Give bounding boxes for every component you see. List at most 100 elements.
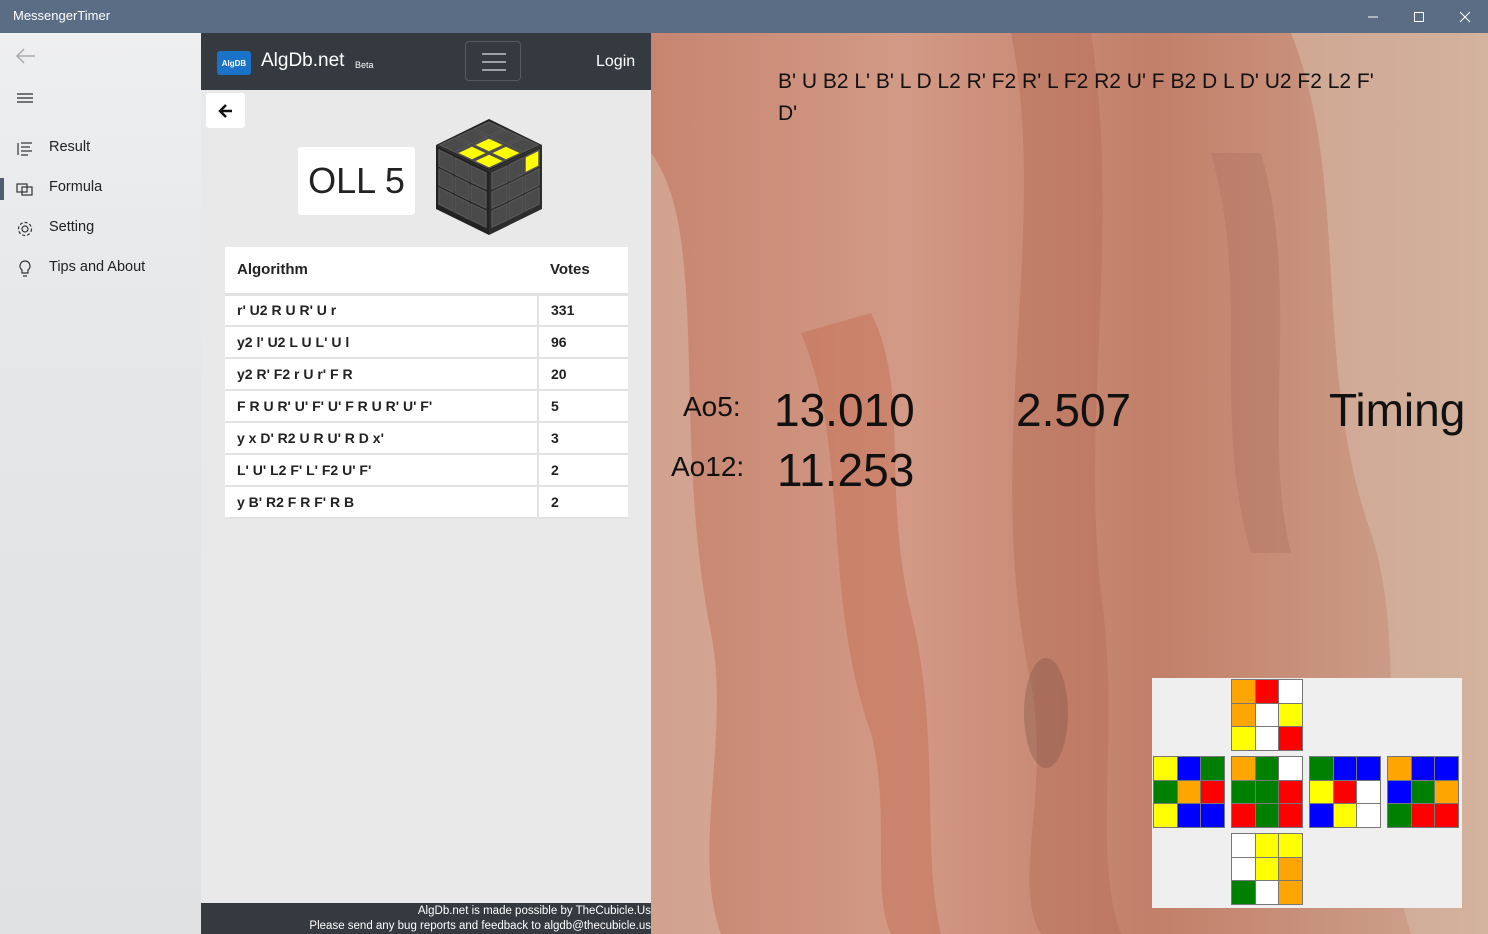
cube-sticker <box>1232 757 1255 780</box>
minimize-button[interactable] <box>1350 0 1396 33</box>
cube-sticker <box>1279 881 1302 904</box>
minimize-icon <box>1368 16 1378 17</box>
column-header-votes[interactable]: Votes <box>538 247 628 296</box>
hamburger-menu-button[interactable] <box>16 91 36 107</box>
cube-sticker <box>1255 857 1279 881</box>
algorithm-cell[interactable]: L' U' L2 F' L' F2 U' F' <box>225 454 539 487</box>
cube-sticker <box>1232 680 1255 703</box>
algorithm-cell[interactable]: y B' R2 F R F' R B <box>225 486 539 519</box>
cube-face-left <box>1153 756 1225 828</box>
cube-face-up <box>1231 679 1303 751</box>
cube-sticker <box>1411 757 1435 780</box>
cube-sticker <box>1177 757 1201 780</box>
sidebar: Result Formula Setting Tips and About <box>0 33 201 934</box>
cube-sticker <box>1435 804 1458 827</box>
navbar-toggle-button[interactable] <box>465 41 521 81</box>
timer-panel[interactable]: B' U B2 L' B' L D L2 R' F2 R' L F2 R2 U'… <box>651 33 1488 934</box>
algorithm-cell[interactable]: y2 R' F2 r U r' F R <box>225 358 539 391</box>
oll-cube-icon <box>436 119 542 235</box>
cube-sticker <box>1154 757 1177 780</box>
cube-sticker <box>1388 780 1411 804</box>
cube-sticker <box>1232 703 1255 727</box>
sidebar-item-setting[interactable]: Setting <box>0 210 201 248</box>
cube-sticker <box>1357 780 1380 804</box>
selection-indicator <box>0 178 4 200</box>
cube-net <box>1152 678 1462 908</box>
table-row[interactable]: y2 l' U2 L U L' U l 96 <box>225 326 628 359</box>
cube-sticker <box>1357 804 1380 827</box>
algdb-brand[interactable]: AlgDb.net <box>261 50 344 72</box>
votes-cell: 2 <box>538 486 628 519</box>
cube-sticker <box>1201 780 1224 804</box>
sidebar-item-tips[interactable]: Tips and About <box>0 250 201 288</box>
votes-cell: 20 <box>538 358 628 391</box>
footer-feedback[interactable]: Please send any bug reports and feedback… <box>201 919 651 934</box>
cube-face-front <box>1231 756 1303 828</box>
cube-sticker <box>1232 804 1255 827</box>
ao5-label: Ao5: <box>683 391 741 422</box>
table-row[interactable]: L' U' L2 F' L' F2 U' F' 2 <box>225 454 628 487</box>
cube-sticker <box>1232 834 1255 857</box>
maximize-icon <box>1414 11 1424 22</box>
list-icon <box>17 142 32 156</box>
table-header-row: Algorithm Votes <box>225 247 628 296</box>
cube-sticker <box>1255 881 1279 904</box>
cube-sticker <box>1255 757 1279 780</box>
algdb-logo[interactable]: AlgDB <box>217 51 251 75</box>
cube-sticker <box>1177 804 1201 827</box>
cube-sticker <box>1333 780 1357 804</box>
ao12-value: 11.253 <box>777 444 915 496</box>
login-link[interactable]: Login <box>596 53 635 71</box>
formula-icon <box>16 183 33 196</box>
window-title: MessengerTimer <box>13 8 111 23</box>
votes-cell: 96 <box>538 326 628 359</box>
table-row[interactable]: y2 R' F2 r U r' F R 20 <box>225 358 628 391</box>
algorithm-cell[interactable]: r' U2 R U R' U r <box>225 294 539 327</box>
toggler-bar <box>482 61 506 63</box>
lightbulb-icon <box>19 260 31 277</box>
back-button[interactable] <box>14 44 38 68</box>
cube-sticker <box>1279 834 1302 857</box>
algdb-footer: AlgDb.net is made possible by TheCubicle… <box>201 903 651 934</box>
table-row[interactable]: r' U2 R U R' U r 331 <box>225 294 628 327</box>
cube-sticker <box>1435 780 1458 804</box>
algdb-panel: AlgDB AlgDb.net Beta Login OLL 5 Algorit… <box>201 33 651 934</box>
back-arrow-icon <box>15 48 35 64</box>
sidebar-item-label: Result <box>49 139 91 155</box>
algdb-navbar: AlgDB AlgDb.net Beta Login <box>201 33 651 90</box>
algdb-back-button[interactable] <box>206 93 245 128</box>
close-button[interactable] <box>1442 0 1488 33</box>
sidebar-item-label: Formula <box>49 179 103 195</box>
timer-status: Timing <box>1329 384 1466 436</box>
cube-sticker <box>1279 780 1302 804</box>
sidebar-item-result[interactable]: Result <box>0 130 201 168</box>
cube-sticker <box>1201 804 1224 827</box>
cube-face-down <box>1231 833 1303 905</box>
sidebar-item-label: Tips and About <box>49 259 146 275</box>
table-row[interactable]: y x D' R2 U R U' R D x' 3 <box>225 422 628 455</box>
cube-sticker <box>1255 703 1279 727</box>
title-bar: MessengerTimer <box>0 0 1488 33</box>
algorithm-cell[interactable]: y x D' R2 U R U' R D x' <box>225 422 539 455</box>
sidebar-item-formula[interactable]: Formula <box>0 170 201 208</box>
cube-sticker <box>1435 757 1458 780</box>
table-row[interactable]: F R U R' U' F' U' F R U R' U' F' 5 <box>225 390 628 423</box>
arrow-left-icon <box>217 103 232 118</box>
current-time: 2.507 <box>1016 384 1132 436</box>
votes-cell: 2 <box>538 454 628 487</box>
column-header-algorithm[interactable]: Algorithm <box>225 247 538 296</box>
scramble-text: B' U B2 L' B' L D L2 R' F2 R' L F2 R2 U'… <box>778 70 1374 125</box>
algorithm-cell[interactable]: y2 l' U2 L U L' U l <box>225 326 539 359</box>
cube-sticker <box>1232 881 1255 904</box>
table-row[interactable]: y B' R2 F R F' R B2 <box>225 486 628 519</box>
cube-sticker <box>1255 680 1279 703</box>
votes-cell: 331 <box>538 294 628 327</box>
algorithm-table: Algorithm Votes r' U2 R U R' U r 331 y2 l… <box>225 247 628 519</box>
algorithm-cell[interactable]: F R U R' U' F' U' F R U R' U' F' <box>225 390 539 423</box>
cube-sticker <box>1333 804 1357 827</box>
gear-icon <box>17 221 33 237</box>
cube-sticker <box>1279 703 1302 727</box>
cube-sticker <box>1177 780 1201 804</box>
close-icon <box>1459 11 1471 22</box>
maximize-button[interactable] <box>1396 0 1442 33</box>
